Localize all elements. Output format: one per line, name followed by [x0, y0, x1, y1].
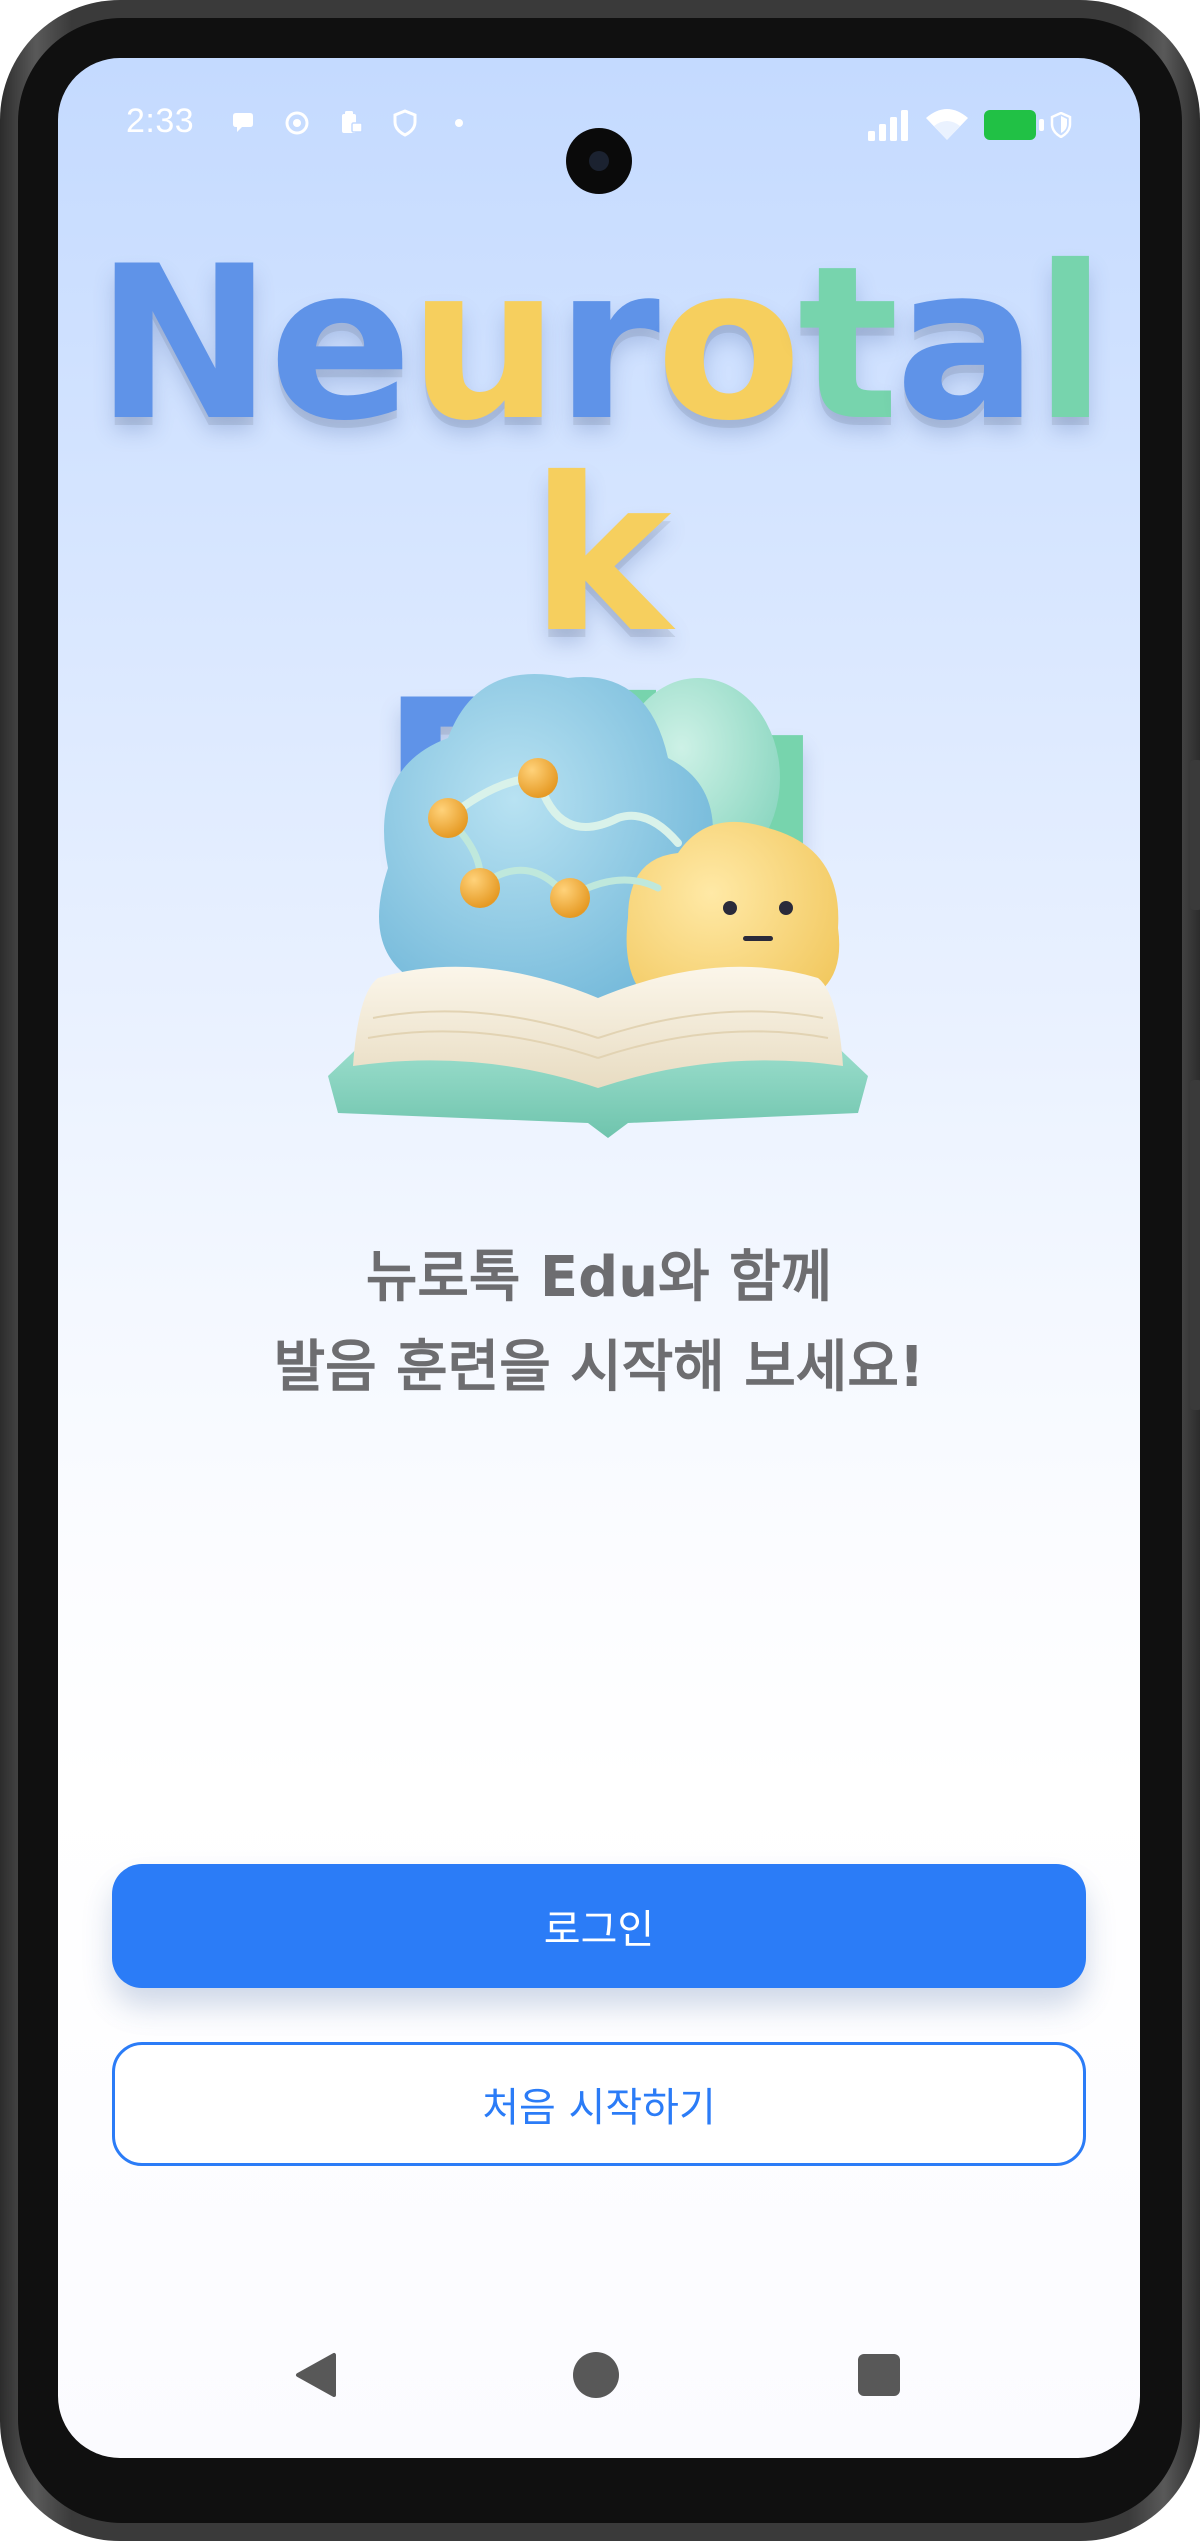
- shield-icon: [393, 109, 417, 137]
- tagline-line-1: 뉴로톡 Edu와 함께: [365, 1245, 833, 1310]
- logo-line-1-letter: a: [895, 220, 1038, 467]
- power-button: [1190, 760, 1200, 910]
- login-button[interactable]: 로그인: [112, 1864, 1086, 1988]
- status-icons-left: [228, 108, 474, 138]
- dot-icon: [455, 119, 463, 127]
- home-icon[interactable]: [573, 2352, 619, 2398]
- logo-line-1: Neurotalk: [58, 238, 1140, 662]
- logo-line-1-letter: r: [555, 220, 660, 467]
- logo-line-1-letter: N: [95, 220, 272, 467]
- status-icons-right: [866, 108, 1072, 142]
- chat-bubble-icon: [233, 113, 253, 132]
- at-sign-icon: [285, 111, 309, 135]
- status-time: 2:33: [126, 102, 195, 140]
- app-screen: 2:33 Neurotalk 뉴로톡 Edu와 함께 발음 훈련을 시작해 보세…: [58, 58, 1140, 2458]
- logo-line-1-letter: e: [268, 220, 413, 467]
- battery-icon: [984, 110, 1044, 140]
- logo-line-1-letter: l: [1034, 220, 1107, 467]
- clipboard-lock-icon: [342, 111, 363, 133]
- get-started-button[interactable]: 처음 시작하기: [112, 2042, 1086, 2166]
- signal-icon: [868, 110, 908, 141]
- login-button-label: 로그인: [543, 1907, 655, 1953]
- tagline: 뉴로톡 Edu와 함께 발음 훈련을 시작해 보세요!: [58, 1233, 1140, 1413]
- logo-line-1-letter: u: [408, 220, 560, 467]
- volume-button: [1190, 1080, 1200, 1410]
- get-started-button-label: 처음 시작하기: [482, 2085, 716, 2131]
- back-icon[interactable]: [294, 2352, 338, 2398]
- shield-small-icon: [1050, 112, 1072, 138]
- tagline-line-2: 발음 훈련을 시작해 보세요!: [273, 1335, 925, 1400]
- logo-line-1-letter: o: [656, 220, 802, 467]
- wifi-icon: [926, 109, 968, 140]
- logo-line-1-letter: t: [797, 220, 899, 467]
- front-camera: [566, 128, 632, 194]
- brain-book-illustration: [328, 674, 868, 1138]
- navigation-bar: [58, 2338, 1140, 2458]
- status-bar: 2:33: [58, 58, 1140, 198]
- recents-icon[interactable]: [858, 2354, 900, 2396]
